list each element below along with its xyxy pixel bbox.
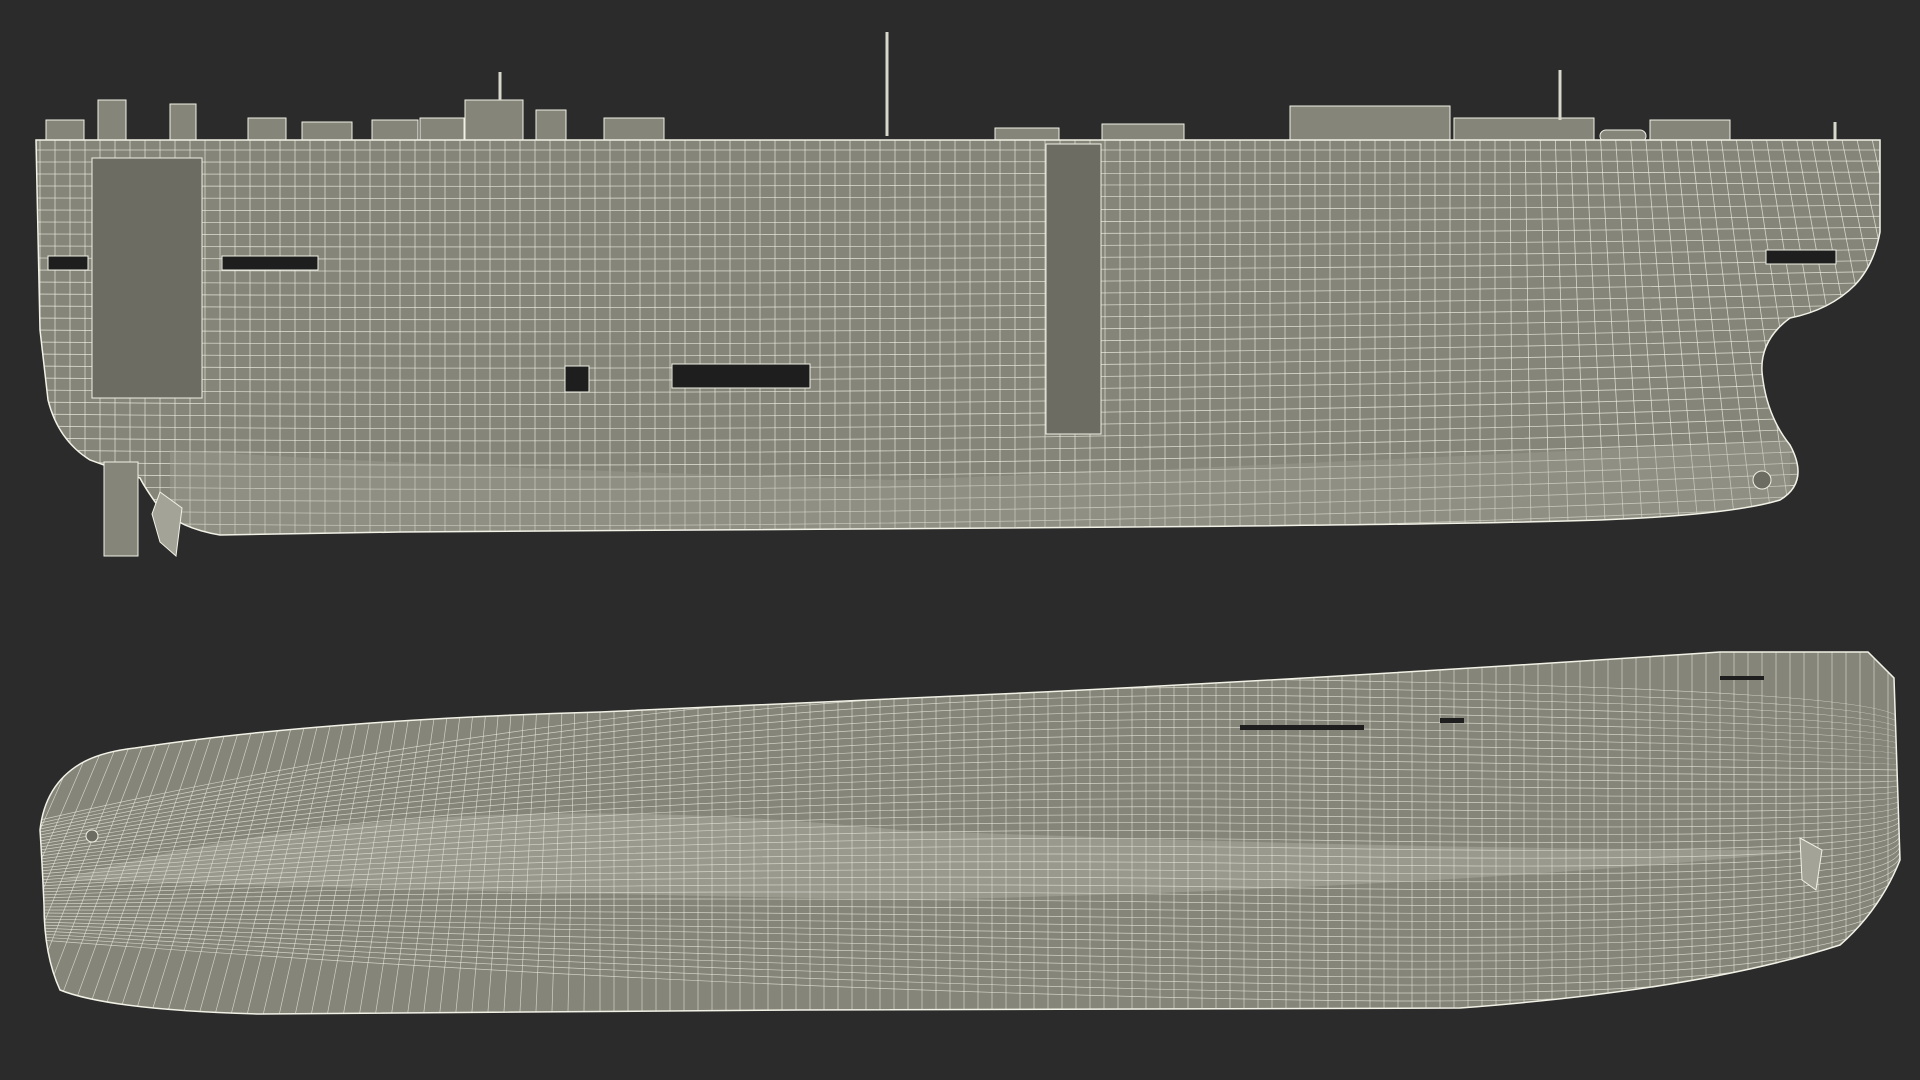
- bow-thruster: [1752, 470, 1772, 490]
- deck-box-6: [603, 117, 665, 143]
- bottom-slot-1: [1240, 725, 1364, 730]
- bridge-deck: [1453, 117, 1595, 143]
- aft-crane-left: [97, 99, 127, 143]
- funnel-housing: [464, 99, 524, 143]
- aft-deck-house: [45, 119, 85, 143]
- bottom-hull: [39, 651, 1901, 1015]
- bottom-slot-2: [1440, 718, 1464, 723]
- deck-box-2: [301, 121, 353, 143]
- side-elevation-view: [35, 32, 1881, 557]
- bridge-house: [1289, 105, 1451, 143]
- rudder: [103, 461, 139, 557]
- fore-deck-house: [1649, 119, 1731, 143]
- stern-ramp: [91, 157, 203, 399]
- side-ramp: [1045, 143, 1102, 435]
- bottom-bow-thruster: [85, 829, 99, 843]
- aft-crane-right: [169, 103, 197, 143]
- deck-box-4: [419, 117, 465, 143]
- side-hull: [35, 139, 1881, 536]
- bottom-view: [39, 651, 1901, 1015]
- ship-wireframe-render: [35, 32, 1901, 1015]
- render-viewport: [0, 0, 1920, 1080]
- side-hatch-long: [671, 363, 811, 389]
- bottom-slot-3: [1720, 676, 1764, 680]
- side-hatch-small: [564, 365, 590, 393]
- bow-window-strip: [1765, 249, 1837, 265]
- stern-window-strip: [221, 255, 319, 271]
- deck-box-5: [535, 109, 567, 143]
- deck-box-3: [371, 119, 419, 143]
- deck-box-1: [247, 117, 287, 143]
- stern-porthole-strip: [47, 255, 89, 271]
